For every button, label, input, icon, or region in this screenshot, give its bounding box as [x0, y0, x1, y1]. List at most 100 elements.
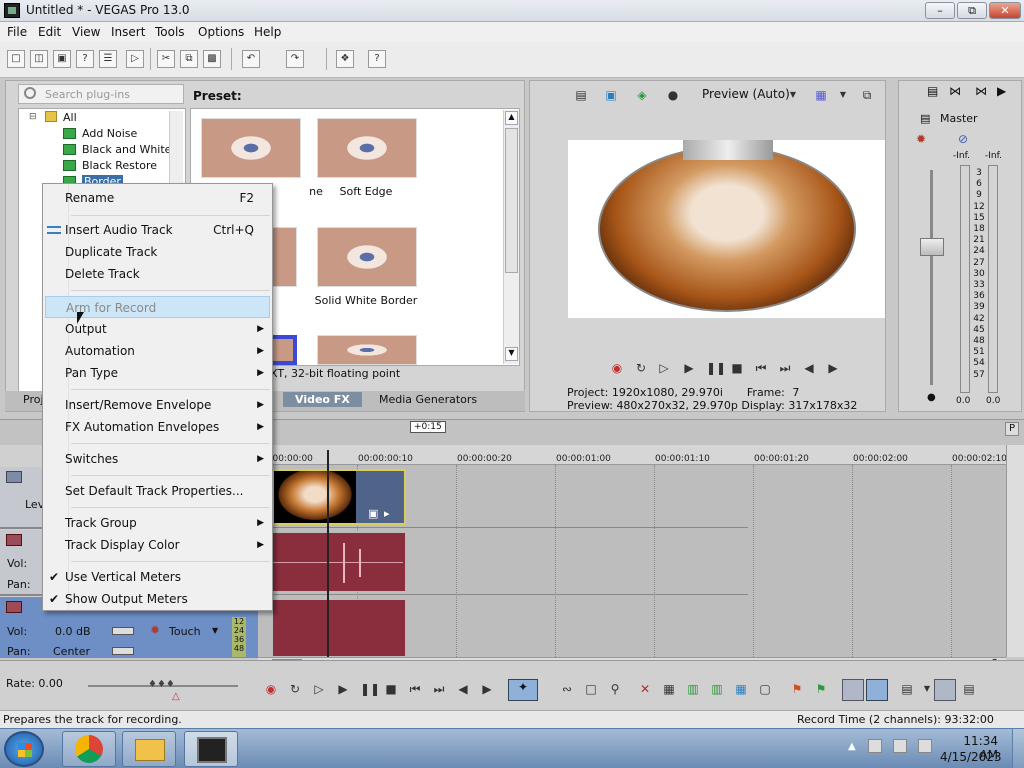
go-to-end-icon[interactable]: ⏭: [778, 361, 792, 375]
menu-item-set-default-track-properties[interactable]: Set Default Track Properties...: [45, 480, 270, 502]
pin-icon[interactable]: P: [1005, 422, 1019, 436]
scroll-down-icon[interactable]: ▼: [505, 347, 518, 361]
external-monitor-icon[interactable]: ▣: [604, 88, 618, 102]
next-frame-icon[interactable]: ▶: [826, 361, 840, 375]
selection-tool-icon[interactable]: □: [584, 682, 598, 696]
play-from-start-icon[interactable]: ▷: [657, 361, 671, 375]
maximize-button[interactable]: ⧉: [957, 2, 987, 19]
mute-icon[interactable]: ⊘: [958, 132, 968, 146]
play-icon[interactable]: ▶: [336, 682, 350, 696]
taskbar-vegas[interactable]: [184, 731, 238, 767]
save-as-icon[interactable]: ?: [76, 50, 94, 68]
menu-item-show-output-meters[interactable]: ✔ Show Output Meters: [45, 588, 270, 610]
menu-item-switches[interactable]: Switches ▶: [45, 448, 270, 470]
envelope-lock-icon[interactable]: [866, 679, 888, 701]
master-bus-fx-icon[interactable]: ✹: [916, 132, 926, 146]
zoom-tool-icon[interactable]: ⚲: [608, 682, 622, 696]
trim-start-icon[interactable]: ▥: [686, 682, 700, 696]
loop-icon[interactable]: ↻: [634, 361, 648, 375]
master-properties-icon[interactable]: ▤: [927, 84, 938, 98]
scroll-thumb[interactable]: [505, 128, 518, 273]
previous-frame-icon[interactable]: ◀: [456, 682, 470, 696]
stop-icon[interactable]: ■: [384, 682, 398, 696]
preset-thumbnail[interactable]: [317, 335, 417, 365]
whats-this-help-icon[interactable]: ?: [368, 50, 386, 68]
menu-item-rename[interactable]: Rename F2: [45, 187, 270, 209]
grouping-icon[interactable]: ▤: [900, 682, 914, 696]
menu-edit[interactable]: Edit: [38, 25, 61, 39]
video-output-fx-icon[interactable]: ●: [666, 88, 680, 102]
tree-item-add-noise[interactable]: Add Noise: [82, 127, 137, 140]
cut-icon[interactable]: ✂: [157, 50, 175, 68]
start-button[interactable]: [4, 731, 44, 767]
lock-icon[interactable]: ●: [927, 392, 936, 403]
minimize-button[interactable]: –: [925, 2, 955, 19]
pause-icon[interactable]: ❚❚: [706, 361, 726, 375]
tab-project-media[interactable]: Proj: [23, 393, 44, 406]
menu-options[interactable]: Options: [198, 25, 244, 39]
preset-thumbnail[interactable]: [201, 118, 301, 178]
loop-playback-icon[interactable]: ↻: [288, 682, 302, 696]
vegas-app-icon[interactable]: [4, 3, 20, 18]
menu-item-track-display-color[interactable]: Track Display Color ▶: [45, 534, 270, 556]
lock-icon[interactable]: ▢: [758, 682, 772, 696]
menu-item-use-vertical-meters[interactable]: ✔ Use Vertical Meters: [45, 566, 270, 588]
properties-icon[interactable]: ☰: [99, 50, 117, 68]
record-icon[interactable]: ◉: [264, 682, 278, 696]
enable-snapping-icon[interactable]: ❖: [336, 50, 354, 68]
audio-event[interactable]: [272, 599, 406, 657]
show-hidden-icons[interactable]: ▲: [848, 741, 856, 752]
play-from-start-icon[interactable]: ▷: [312, 682, 326, 696]
normal-edit-tool-icon[interactable]: ✦: [508, 679, 538, 701]
event-fx-icon[interactable]: ▸: [384, 507, 390, 520]
auto-ripple-icon[interactable]: [842, 679, 864, 701]
split-screen-icon[interactable]: ◈: [635, 88, 649, 102]
copy-snapshot-icon[interactable]: ⧉: [860, 88, 874, 102]
search-plugins-input[interactable]: Search plug-ins: [18, 84, 184, 104]
menu-tools[interactable]: Tools: [155, 25, 185, 39]
chevron-down-icon[interactable]: ▼: [786, 88, 800, 102]
menu-item-track-group[interactable]: Track Group ▶: [45, 512, 270, 534]
next-frame-icon[interactable]: ▶: [480, 682, 494, 696]
menu-item-delete-track[interactable]: Delete Track: [45, 263, 270, 285]
pause-icon[interactable]: ❚❚: [360, 682, 380, 696]
tree-item-black-and-white[interactable]: Black and White: [82, 143, 171, 156]
tree-item-black-restore[interactable]: Black Restore: [82, 159, 157, 172]
menu-item-insert-remove-envelope[interactable]: Insert/Remove Envelope ▶: [45, 394, 270, 416]
volume-icon[interactable]: [918, 739, 932, 753]
preset-solid-white-border[interactable]: [317, 227, 417, 287]
menu-insert[interactable]: Insert: [111, 25, 145, 39]
scroll-up-icon[interactable]: ▲: [505, 111, 518, 125]
menu-view[interactable]: View: [72, 25, 100, 39]
menu-item-duplicate-track[interactable]: Duplicate Track: [45, 241, 270, 263]
go-to-start-icon[interactable]: ⏮: [408, 682, 422, 696]
go-to-end-icon[interactable]: ⏭: [432, 682, 446, 696]
menu-item-pan-type[interactable]: Pan Type ▶: [45, 362, 270, 384]
previous-frame-icon[interactable]: ◀: [802, 361, 816, 375]
envelope-tool-icon[interactable]: ∾: [560, 682, 574, 696]
tab-media-generators[interactable]: Media Generators: [379, 393, 477, 406]
ignore-grouping-icon[interactable]: ▤: [962, 682, 976, 696]
menu-item-automation[interactable]: Automation ▶: [45, 340, 270, 362]
close-button[interactable]: ✕: [989, 2, 1021, 19]
menu-file[interactable]: File: [7, 25, 27, 39]
master-fx-icon[interactable]: ▤: [920, 112, 930, 125]
taskbar-explorer[interactable]: [122, 731, 176, 767]
chevron-down-icon[interactable]: ▼: [920, 682, 934, 696]
mixer-icon[interactable]: ⋈: [949, 84, 961, 98]
trim-icon[interactable]: ▦: [662, 682, 676, 696]
record-icon[interactable]: ◉: [610, 361, 624, 375]
tab-video-fx[interactable]: Video FX: [283, 392, 362, 407]
timeline-vscrollbar[interactable]: [1006, 445, 1024, 657]
video-event[interactable]: ▣ ▸: [272, 469, 406, 525]
copy-icon[interactable]: ⧉: [180, 50, 198, 68]
paste-icon[interactable]: ▩: [203, 50, 221, 68]
taskbar-chrome[interactable]: [62, 731, 116, 767]
insert-region-icon[interactable]: ⚑: [814, 682, 828, 696]
menu-item-insert-audio-track[interactable]: Insert Audio Track Ctrl+Q: [45, 219, 270, 241]
preset-soft-edge[interactable]: [317, 118, 417, 178]
master-volume-fader[interactable]: [920, 170, 944, 390]
collapse-icon[interactable]: ⊟: [29, 112, 37, 122]
fader-handle[interactable]: [920, 238, 944, 256]
delete-icon[interactable]: ✕: [638, 682, 652, 696]
